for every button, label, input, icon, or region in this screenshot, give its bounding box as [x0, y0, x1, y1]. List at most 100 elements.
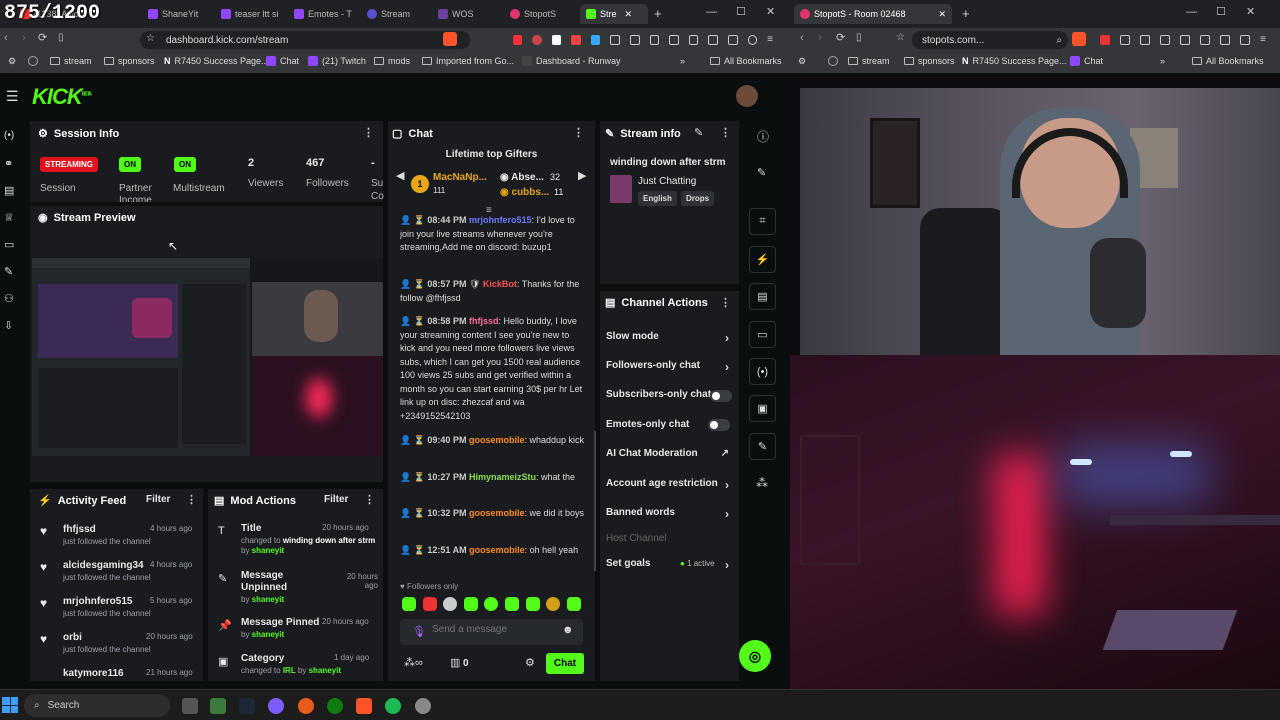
bookmark-mods[interactable]: mods [374, 56, 410, 66]
stream-preview-video[interactable] [32, 258, 383, 456]
gifters-next-icon[interactable]: ▶ [578, 169, 586, 182]
wrench-rail-icon[interactable]: ✎ [4, 265, 13, 278]
extension-icon[interactable] [747, 35, 758, 45]
mod-filter-button[interactable]: Filter [324, 494, 348, 505]
minimize-icon[interactable]: — [1186, 6, 1197, 18]
right-url-field[interactable]: stopots.com... ⌕ [912, 31, 1068, 49]
users-rail-icon[interactable]: ⚇ [4, 292, 14, 305]
trophy-rail-icon[interactable]: ♕ [4, 211, 14, 224]
gifter-2[interactable]: ◉ Abse... [500, 172, 544, 183]
chat-username[interactable]: HimynameizStu [469, 472, 536, 482]
mod-more-icon[interactable]: ⋮ [364, 493, 375, 506]
bookmark-chat[interactable]: Chat [1070, 56, 1103, 66]
bookmark-stream[interactable]: stream [848, 56, 890, 66]
bookmarks-overflow-icon[interactable]: » [1160, 56, 1165, 66]
extension-icon[interactable] [727, 35, 738, 45]
spotify-icon[interactable] [385, 698, 401, 714]
task-view-icon[interactable] [182, 698, 198, 714]
category-thumbnail[interactable] [610, 175, 632, 203]
close-tab-icon[interactable]: ✕ [930, 9, 946, 20]
activity-user[interactable]: orbi [63, 632, 82, 643]
extension-icon[interactable] [1100, 35, 1110, 45]
all-bookmarks[interactable]: All Bookmarks [1192, 56, 1264, 66]
extension-icon[interactable] [532, 35, 542, 45]
brave-icon[interactable] [356, 698, 372, 714]
bookmark-star-icon[interactable]: ☆ [896, 32, 905, 43]
app-icon[interactable] [298, 698, 314, 714]
maximize-icon[interactable]: ☐ [736, 5, 746, 18]
pinned-icon[interactable]: ⁂∞ [404, 656, 423, 669]
windows-start-icon[interactable] [2, 697, 18, 713]
action-account-age[interactable]: Account age restriction › [606, 478, 739, 492]
bookmarks-apps-icon[interactable]: ⚙ [8, 56, 16, 67]
menu-icon[interactable]: ≡ [1260, 35, 1266, 45]
maximize-icon[interactable]: ☐ [1216, 5, 1226, 18]
category-name[interactable]: Just Chatting [638, 176, 696, 187]
extension-icon[interactable] [551, 35, 562, 45]
quick-action-lightning[interactable]: ⚡ [749, 246, 776, 273]
activity-filter-button[interactable]: Filter [146, 494, 170, 505]
edit-pencil-icon[interactable]: ✎ [694, 126, 703, 139]
tab-stopots[interactable]: StopotS - Room 02468 ✕ [794, 4, 952, 24]
chat-username[interactable]: goosemobile [469, 545, 525, 555]
tab-6[interactable]: StopotS [510, 4, 580, 24]
tab-2[interactable]: teaser ltt si [221, 4, 291, 24]
zoom-icon[interactable]: ⌕ [1056, 35, 1068, 46]
action-ai-moderation[interactable]: AI Chat Moderation ↗ [606, 448, 739, 459]
emote-icon[interactable] [484, 597, 498, 611]
menu-icon[interactable]: ≡ [767, 35, 773, 45]
emote-icon[interactable] [464, 597, 478, 611]
bookmark-r7450[interactable]: N R7450 Success Page... [962, 56, 1067, 66]
extension-icon[interactable] [1180, 35, 1190, 45]
media-rail-icon[interactable]: ▭ [4, 238, 14, 251]
bookmark-stream[interactable] [28, 56, 38, 66]
settings-icon[interactable] [415, 698, 431, 714]
bookmark-sponsors[interactable]: sponsors [104, 56, 155, 66]
chat-message-input[interactable] [432, 624, 552, 635]
extension-icon[interactable] [1240, 35, 1250, 45]
channel-actions-more-icon[interactable]: ⋮ [720, 296, 731, 309]
chat-username[interactable]: goosemobile [469, 508, 525, 518]
forward-icon[interactable]: › [22, 32, 26, 44]
emote-icon[interactable] [505, 597, 519, 611]
emote-icon[interactable] [546, 597, 560, 611]
session-more-icon[interactable]: ⋮ [363, 126, 374, 139]
action-banned-words[interactable]: Banned words › [606, 507, 739, 521]
xbox-icon[interactable] [327, 698, 343, 714]
action-set-goals[interactable]: Set goals ● 1 active › [606, 558, 739, 572]
app-icon[interactable] [268, 698, 284, 714]
bookmark-twitch[interactable]: (21) Twitch [308, 56, 366, 66]
extension-icon[interactable] [1160, 35, 1170, 45]
help-headset-button[interactable]: ◎ [739, 640, 771, 672]
extension-icon[interactable] [1140, 35, 1150, 45]
tab-1[interactable]: ShaneYit [148, 4, 218, 24]
sidebar-icon[interactable]: ▯ [58, 32, 64, 43]
quick-action-settings[interactable]: ✎ [749, 433, 776, 460]
chat-username[interactable]: mrjohnfero515 [469, 215, 532, 225]
forward-icon[interactable]: › [818, 32, 822, 44]
sidebar-icon[interactable]: ▯ [856, 32, 862, 43]
tab-5[interactable]: WOS [438, 4, 508, 24]
activity-user[interactable]: mrjohnfero515 [63, 596, 132, 607]
reload-icon[interactable]: ⟳ [836, 31, 845, 44]
left-url-field[interactable]: dashboard.kick.com/stream [140, 31, 470, 49]
back-icon[interactable]: ‹ [800, 32, 804, 44]
extension-icon[interactable] [1200, 35, 1210, 45]
info-icon[interactable]: ⓘ [757, 128, 769, 145]
chart-rail-icon[interactable]: ▤ [4, 184, 14, 197]
bookmark-r7450[interactable]: N R7450 Success Page... [164, 56, 269, 66]
bookmark-imported[interactable]: Imported from Go... [422, 56, 514, 66]
bookmark-star-icon[interactable]: ☆ [146, 33, 155, 44]
quick-action-layout[interactable]: ▣ [749, 395, 776, 422]
bookmarks-apps-icon[interactable]: ⚙ [798, 56, 806, 67]
new-tab-icon[interactable]: + [962, 6, 970, 21]
reload-icon[interactable]: ⟳ [38, 31, 47, 44]
hamburger-menu-icon[interactable]: ☰ [6, 88, 19, 105]
activity-user[interactable]: katymore116 [63, 668, 124, 679]
emote-icon[interactable] [443, 597, 457, 611]
tag-english[interactable]: English [638, 191, 677, 206]
download-rail-icon[interactable]: ⇩ [4, 319, 13, 332]
emote-icon[interactable] [402, 597, 416, 611]
extension-icon[interactable] [571, 35, 581, 45]
chat-username[interactable]: fhfjssd [469, 316, 499, 326]
